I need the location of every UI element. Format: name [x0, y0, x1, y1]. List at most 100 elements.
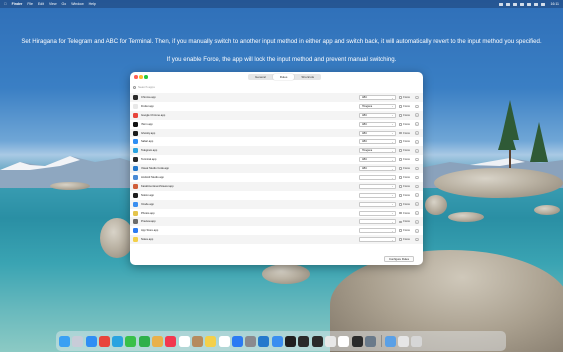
force-checkbox[interactable]: [399, 229, 402, 233]
menu-view[interactable]: View: [49, 2, 57, 6]
app-rule-row[interactable]: Notes.app ⌄ Force −: [130, 235, 423, 245]
input-method-select[interactable]: ABC ⌄: [359, 121, 396, 127]
contacts-icon[interactable]: [191, 335, 203, 347]
input-method-select[interactable]: ⌄: [359, 228, 396, 234]
remove-icon[interactable]: −: [415, 166, 419, 171]
force-toggle[interactable]: Force: [399, 132, 410, 135]
terminal-icon[interactable]: [298, 335, 310, 347]
force-toggle[interactable]: Force: [399, 229, 410, 232]
force-toggle[interactable]: Force: [399, 158, 410, 161]
input-method-select[interactable]: Hiragana ⌄: [359, 103, 396, 109]
force-toggle[interactable]: Force: [399, 185, 410, 188]
input-method-select[interactable]: ⌄: [359, 174, 396, 180]
figma-icon[interactable]: [351, 335, 363, 347]
app-store-icon[interactable]: [231, 335, 243, 347]
control-center-icon[interactable]: [540, 2, 545, 6]
force-checkbox[interactable]: [399, 202, 402, 206]
notes-icon[interactable]: [205, 335, 217, 347]
input-method-select[interactable]: ⌄: [359, 201, 396, 207]
finder-icon[interactable]: [59, 335, 70, 347]
force-checkbox[interactable]: [399, 131, 402, 135]
status-icon[interactable]: [498, 2, 503, 6]
settings-icon[interactable]: [245, 335, 257, 347]
menu-help[interactable]: Help: [89, 2, 96, 6]
tab-rules[interactable]: Rules: [272, 74, 295, 80]
force-toggle[interactable]: Force: [399, 194, 410, 197]
app-rule-row[interactable]: Xcode.app ⌄ Force −: [130, 199, 423, 209]
app-rule-row[interactable]: Photos.app ⌄ Force −: [130, 209, 423, 218]
force-checkbox[interactable]: [399, 184, 402, 188]
remove-icon[interactable]: −: [415, 229, 419, 233]
input-method-select[interactable]: ABC ⌄: [359, 94, 396, 100]
input-method-select[interactable]: ⌄: [359, 210, 396, 216]
search-input[interactable]: Search apps: [138, 85, 155, 89]
force-checkbox[interactable]: [399, 167, 402, 170]
force-toggle[interactable]: Force: [399, 105, 410, 108]
remove-icon[interactable]: −: [415, 157, 419, 162]
notion-icon[interactable]: [338, 335, 350, 347]
app-rule-row[interactable]: Telegram.app Hiragana ⌄ Force −: [130, 146, 423, 156]
force-checkbox[interactable]: [399, 122, 402, 126]
force-toggle[interactable]: Force: [399, 114, 410, 117]
tab-general[interactable]: General: [248, 74, 273, 80]
preview-icon[interactable]: [364, 335, 376, 347]
launchpad-icon[interactable]: [72, 335, 84, 347]
remove-icon[interactable]: −: [415, 211, 419, 215]
downloads-icon[interactable]: [384, 335, 396, 347]
trash-icon[interactable]: [411, 335, 423, 347]
close-button[interactable]: [134, 75, 138, 79]
remove-icon[interactable]: −: [415, 131, 419, 135]
force-checkbox[interactable]: [399, 113, 402, 117]
xcode-icon[interactable]: [271, 335, 283, 347]
status-icon[interactable]: [512, 2, 517, 6]
input-method-select[interactable]: ABC ⌄: [359, 130, 396, 136]
remove-icon[interactable]: −: [415, 122, 419, 126]
remove-icon[interactable]: −: [415, 113, 419, 118]
wifi-icon[interactable]: [526, 2, 531, 6]
search-icon[interactable]: [533, 2, 538, 6]
photos-icon[interactable]: [152, 335, 164, 347]
status-icon[interactable]: [505, 2, 510, 6]
app-rule-row[interactable]: iTerm.app ABC ⌄ Force −: [130, 120, 423, 129]
force-toggle[interactable]: Force: [399, 212, 410, 215]
app-rule-row[interactable]: Chrome.app ABC ⌄ Force −: [130, 93, 423, 102]
messages-icon[interactable]: [125, 335, 137, 347]
menu-finder[interactable]: Finder: [12, 2, 23, 6]
apple-icon[interactable]: : [4, 2, 7, 6]
app-rule-row[interactable]: Terminal.app ABC ⌄ Force −: [130, 155, 423, 164]
remove-icon[interactable]: −: [415, 184, 419, 189]
input-method-select[interactable]: ABC ⌄: [359, 139, 396, 145]
input-method-select[interactable]: ⌄: [359, 192, 396, 198]
force-checkbox[interactable]: [399, 149, 402, 153]
battery-icon[interactable]: [519, 2, 524, 6]
app-rule-row[interactable]: Notion.app ⌄ Force −: [130, 191, 423, 200]
remove-icon[interactable]: −: [415, 140, 419, 144]
force-checkbox[interactable]: [399, 158, 402, 162]
force-toggle[interactable]: Force: [399, 123, 410, 126]
remove-icon[interactable]: −: [415, 237, 419, 242]
menu-window[interactable]: Window: [71, 2, 83, 6]
app-rule-row[interactable]: Safari.app ABC ⌄ Force −: [130, 137, 423, 146]
folder-icon[interactable]: [398, 335, 410, 347]
music-icon[interactable]: [165, 335, 177, 347]
force-toggle[interactable]: Force: [399, 220, 410, 223]
force-toggle[interactable]: Force: [399, 238, 410, 241]
chrome-icon[interactable]: [98, 335, 110, 347]
input-method-select[interactable]: ABC ⌄: [359, 112, 396, 118]
app-rule-row[interactable]: App Store.app ⌄ Force −: [130, 226, 423, 235]
menu-file[interactable]: File: [27, 2, 33, 6]
force-checkbox[interactable]: [399, 211, 402, 215]
remove-icon[interactable]: −: [415, 175, 419, 180]
vscode-icon[interactable]: [258, 335, 270, 347]
app-rule-row[interactable]: Ghostty.app ABC ⌄ Force −: [130, 128, 423, 138]
menu-clock[interactable]: 16:11: [551, 2, 560, 6]
minimize-button[interactable]: [139, 75, 143, 79]
force-toggle[interactable]: Force: [399, 140, 410, 143]
remove-icon[interactable]: −: [415, 193, 419, 198]
input-method-select[interactable]: ABC ⌄: [359, 166, 396, 172]
force-checkbox[interactable]: [399, 104, 402, 108]
app-rule-row[interactable]: Android Studio.app ⌄ Force −: [130, 173, 423, 182]
zoom-button[interactable]: [144, 75, 148, 79]
app-rule-row[interactable]: Visual Studio Code.app ABC ⌄ Force −: [130, 164, 423, 174]
force-checkbox[interactable]: [399, 176, 402, 179]
